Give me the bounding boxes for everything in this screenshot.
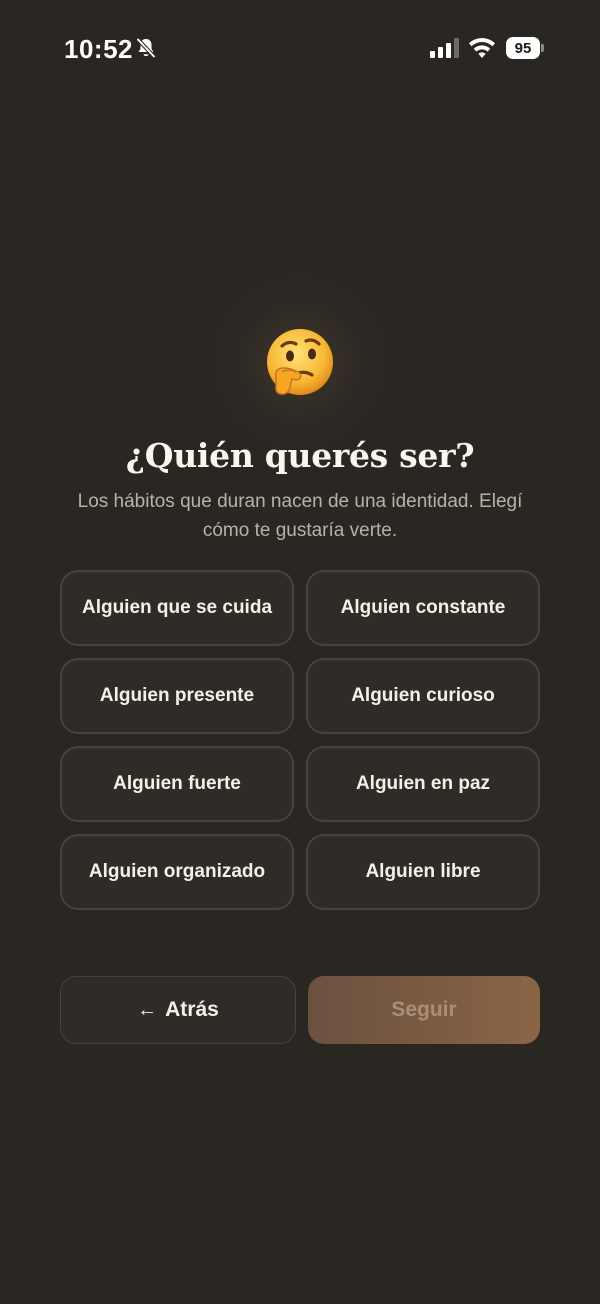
page-subtitle: Los hábitos que duran nacen de una ident… bbox=[77, 491, 523, 541]
option-alguien-en-paz[interactable]: Alguien en paz bbox=[306, 746, 540, 822]
back-button[interactable]: ← Atrás bbox=[60, 976, 296, 1044]
arrow-left-icon: ← bbox=[137, 998, 158, 1021]
option-alguien-libre[interactable]: Alguien libre bbox=[306, 834, 540, 910]
option-alguien-curioso[interactable]: Alguien curioso bbox=[306, 658, 540, 734]
cellular-signal-icon bbox=[430, 38, 459, 58]
back-button-label: Atrás bbox=[165, 998, 219, 1021]
thinking-face-icon bbox=[267, 329, 333, 395]
bell-muted-icon bbox=[136, 37, 156, 59]
option-alguien-constante[interactable]: Alguien constante bbox=[306, 570, 540, 646]
identity-options-grid: Alguien que se cuida Alguien constante A… bbox=[60, 570, 540, 910]
battery-level: 95 bbox=[506, 37, 540, 59]
actions-bar: ← Atrás Seguir bbox=[60, 976, 540, 1044]
option-alguien-que-se-cuida[interactable]: Alguien que se cuida bbox=[60, 570, 294, 646]
option-alguien-presente[interactable]: Alguien presente bbox=[60, 658, 294, 734]
next-button-label: Seguir bbox=[391, 998, 457, 1021]
status-time: 10:52 bbox=[64, 34, 133, 64]
option-alguien-fuerte[interactable]: Alguien fuerte bbox=[60, 746, 294, 822]
battery-icon: 95 bbox=[506, 37, 544, 59]
page-title: ¿Quién querés ser? bbox=[125, 436, 475, 475]
next-button[interactable]: Seguir bbox=[308, 976, 540, 1044]
status-bar: 10:52 95 bbox=[0, 0, 600, 96]
wifi-icon bbox=[469, 38, 495, 58]
option-alguien-organizado[interactable]: Alguien organizado bbox=[60, 834, 294, 910]
